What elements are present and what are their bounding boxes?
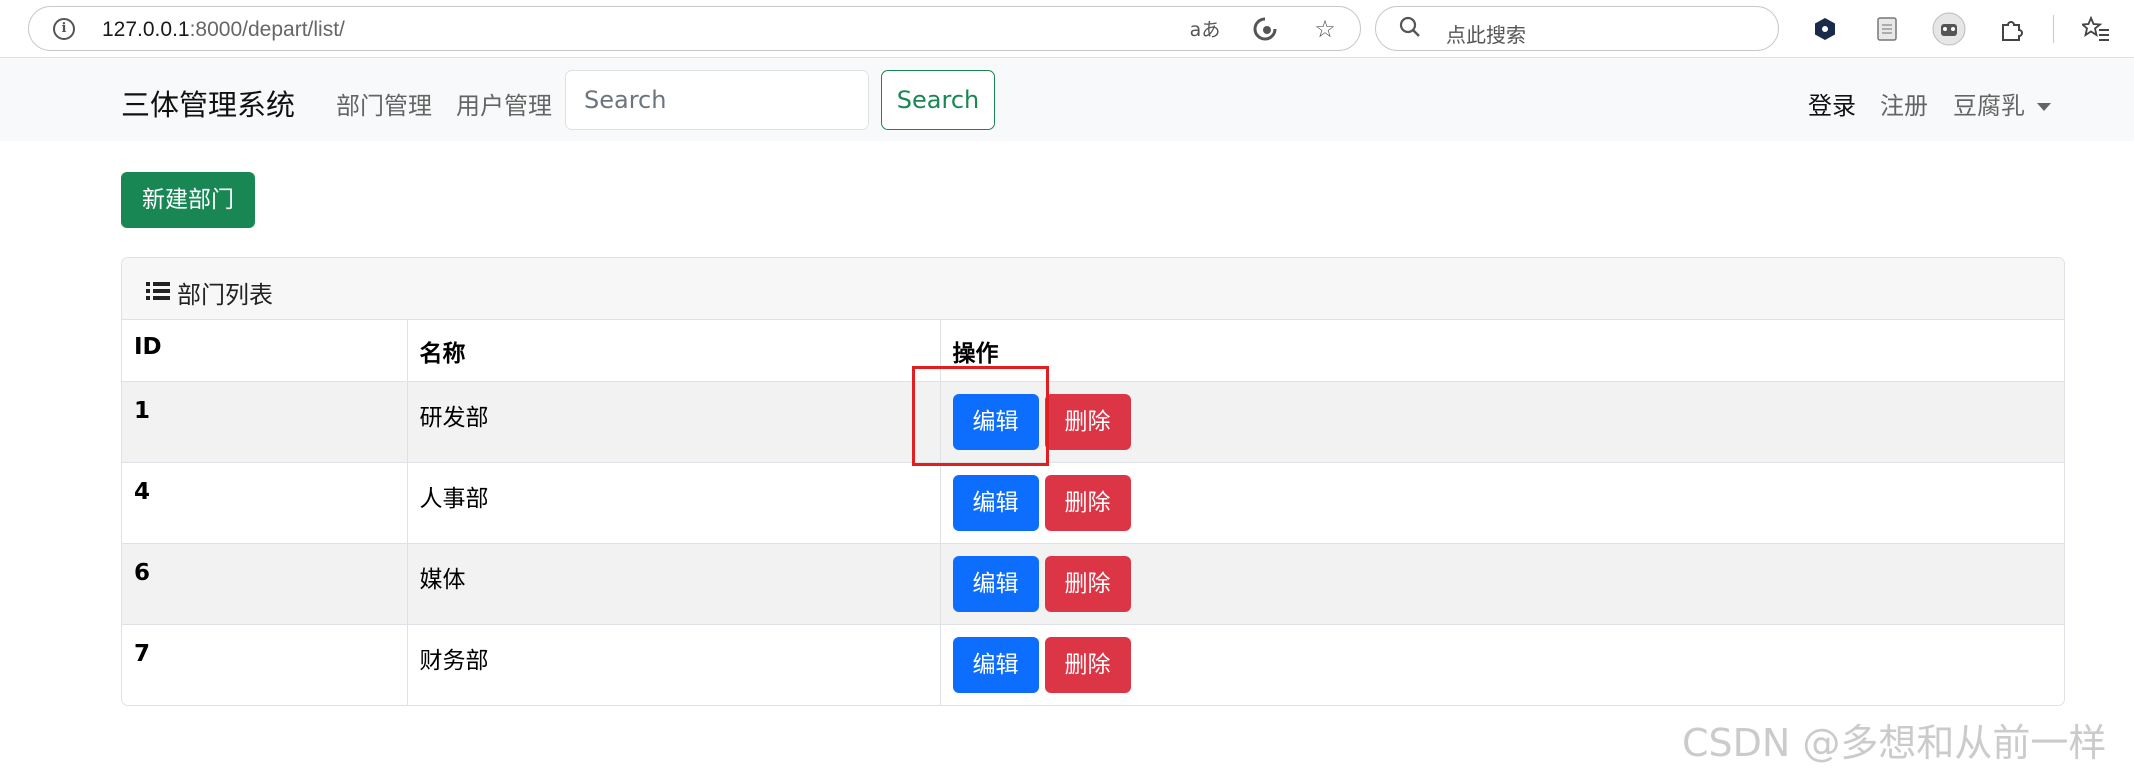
search-icon [1398,15,1422,45]
cell-name: 财务部 [407,624,941,705]
toolbar-divider [2053,15,2054,43]
cell-actions: 编辑 删除 [940,381,2064,463]
cell-id: 7 [122,624,408,705]
chevron-down-icon [2037,103,2051,111]
edit-button[interactable]: 编辑 [952,555,1039,612]
reading-view-icon[interactable] [1867,10,1907,48]
department-table: ID 名称 操作 1 研发部 编辑 删除 4 人事部 编辑 删除 6 媒体 编辑… [122,320,2064,705]
column-header-actions: 操作 [940,320,2064,382]
read-aloud-icon[interactable]: aあ [1188,15,1222,49]
highlight-annotation-box [912,366,1049,466]
new-department-button[interactable]: 新建部门 [121,172,255,228]
table-row: 6 媒体 编辑 删除 [122,543,2064,625]
cell-actions: 编辑 删除 [940,543,2064,625]
browser-search-box[interactable]: 点此搜索 [1375,6,1779,51]
delete-button[interactable]: 删除 [1044,474,1131,531]
user-dropdown[interactable]: 豆腐乳 [1953,86,2051,121]
cell-id: 4 [122,462,408,544]
browser-search-placeholder: 点此搜索 [1446,23,1526,47]
browser-toolbar: i 127.0.0.1:8000/depart/list/ aあ ☆ 点此搜索 [0,0,2134,58]
panel-title: 部门列表 [177,281,273,309]
register-link[interactable]: 注册 [1880,86,1928,121]
cell-name: 研发部 [407,381,941,463]
table-row: 7 财务部 编辑 删除 [122,624,2064,705]
favorites-list-icon[interactable] [2076,10,2116,48]
table-row: 1 研发部 编辑 删除 [122,381,2064,463]
navbar-search-input[interactable]: Search [565,70,869,130]
navbar-search-button[interactable]: Search [881,70,995,130]
address-bar[interactable]: i 127.0.0.1:8000/depart/list/ aあ ☆ [28,6,1361,51]
department-list-panel: 部门列表 ID 名称 操作 1 研发部 编辑 删除 4 人事部 编辑 删除 6 … [121,257,2065,706]
cell-actions: 编辑 删除 [940,462,2064,544]
user-name: 豆腐乳 [1953,92,2025,120]
edit-button[interactable]: 编辑 [952,474,1039,531]
panel-heading: 部门列表 [122,258,2064,320]
refresh-edge-icon[interactable] [1248,15,1282,49]
edit-button[interactable]: 编辑 [952,636,1039,693]
nav-link-users[interactable]: 用户管理 [456,86,552,121]
cell-name: 人事部 [407,462,941,544]
column-header-name: 名称 [407,320,941,382]
extensions-puzzle-icon[interactable] [1991,10,2031,48]
column-header-id: ID [122,320,408,382]
extension-icons [1805,10,2116,48]
app-navbar: 三体管理系统 部门管理 用户管理 Search Search 登录 注册 豆腐乳 [0,58,2134,141]
address-bar-actions: aあ ☆ [1188,15,1342,49]
table-header-row: ID 名称 操作 [122,320,2064,382]
navbar-brand[interactable]: 三体管理系统 [121,82,295,124]
delete-button[interactable]: 删除 [1044,636,1131,693]
cell-id: 6 [122,543,408,625]
list-icon [146,282,170,300]
url-text[interactable]: 127.0.0.1:8000/depart/list/ [102,18,345,42]
nav-link-departments[interactable]: 部门管理 [336,86,432,121]
profile-avatar-icon[interactable] [1929,10,1969,48]
cell-actions: 编辑 删除 [940,624,2064,705]
cell-name: 媒体 [407,543,941,625]
delete-button[interactable]: 删除 [1044,555,1131,612]
watermark: CSDN @多想和从前一样 [1682,721,2107,765]
cell-id: 1 [122,381,408,463]
extension-hexagon-icon[interactable] [1805,10,1845,48]
table-row: 4 人事部 编辑 删除 [122,462,2064,544]
delete-button[interactable]: 删除 [1044,393,1131,450]
site-info-icon[interactable]: i [53,18,75,40]
favorite-star-icon[interactable]: ☆ [1308,15,1342,49]
login-link[interactable]: 登录 [1808,86,1856,121]
